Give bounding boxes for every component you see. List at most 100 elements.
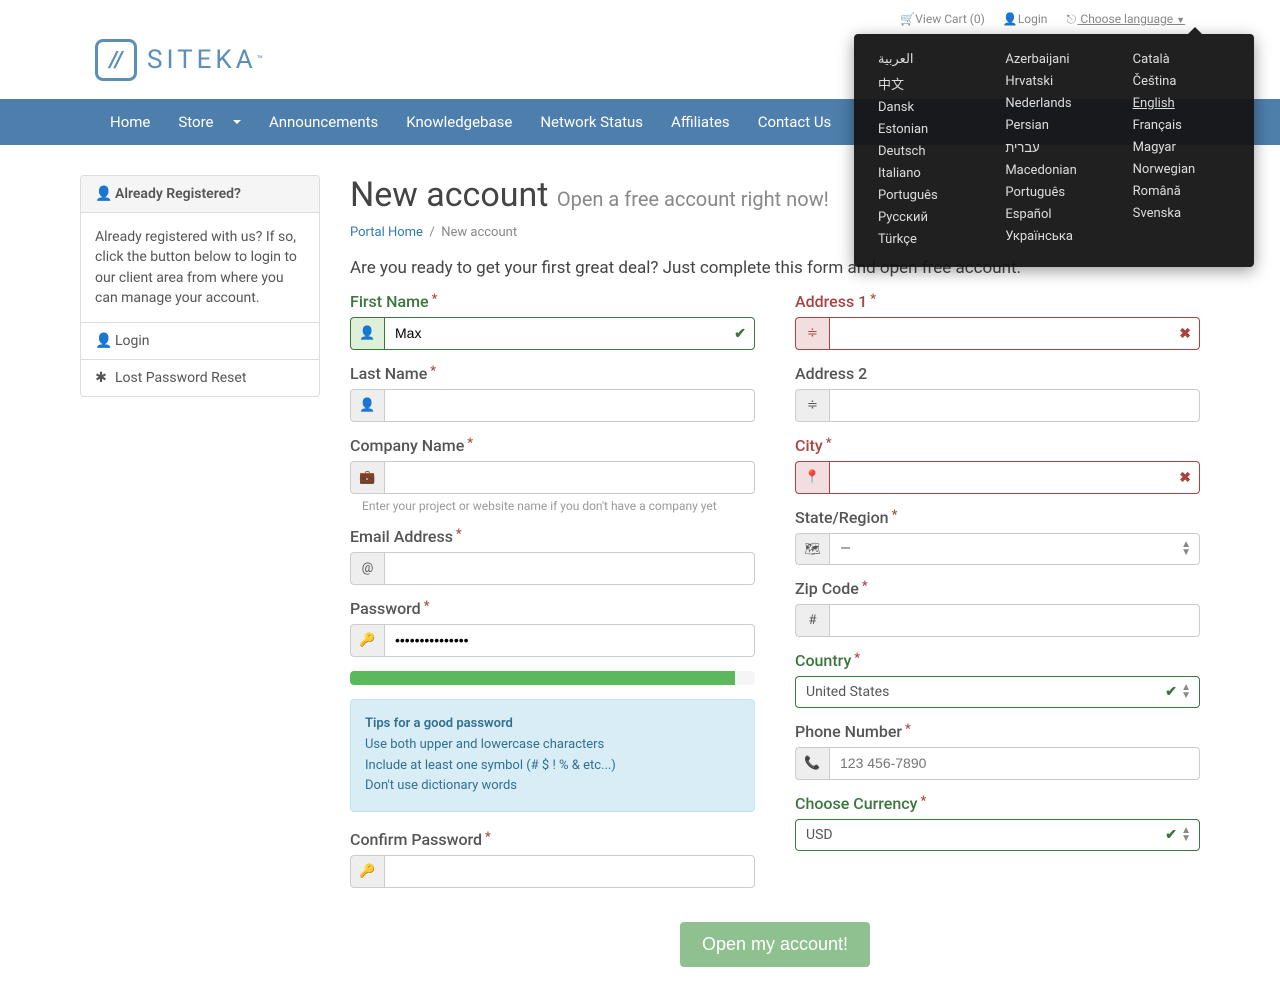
user-icon: 👤: [350, 317, 384, 350]
city-input[interactable]: [840, 469, 1189, 485]
sidebar-login-link[interactable]: 👤Login: [81, 323, 319, 360]
logo[interactable]: // SITEKA™: [95, 39, 263, 81]
signpost-icon: ≑: [795, 389, 829, 422]
view-cart-link[interactable]: 🛒 View Cart (0): [900, 12, 985, 27]
language-option[interactable]: Català: [1133, 52, 1230, 67]
password-input[interactable]: [395, 632, 744, 648]
phone-icon: 📞: [795, 747, 829, 780]
language-option[interactable]: Estonian: [878, 122, 975, 137]
language-option[interactable]: Magyar: [1133, 140, 1230, 155]
choose-language-link[interactable]: ⎋ Choose language ▼: [1065, 12, 1185, 27]
chevron-down-icon: [233, 120, 241, 124]
pin-icon: 📍: [795, 461, 829, 494]
state-label: State/Region: [795, 508, 1200, 527]
phone-input[interactable]: [840, 755, 1189, 771]
language-option[interactable]: Svenska: [1133, 206, 1230, 221]
already-registered-panel: 👤Already Registered? Already registered …: [80, 175, 320, 397]
user-icon: 👤: [1003, 12, 1015, 26]
nav-home[interactable]: Home: [95, 99, 164, 145]
password-label: Password: [350, 599, 755, 618]
zip-label: Zip Code: [795, 579, 1200, 598]
key-icon: 🔑: [350, 624, 384, 657]
open-account-button[interactable]: Open my account!: [680, 922, 870, 967]
key-icon: 🔑: [350, 855, 384, 888]
language-option[interactable]: Português: [1005, 185, 1102, 200]
language-option[interactable]: English: [1133, 96, 1230, 111]
language-option[interactable]: Macedonian: [1005, 163, 1102, 178]
language-option[interactable]: Français: [1133, 118, 1230, 133]
login-link[interactable]: 👤 Login: [1003, 12, 1048, 27]
chevron-updown-icon: ▲▼: [1181, 684, 1191, 700]
country-select[interactable]: United States: [806, 684, 889, 700]
last-name-label: Last Name: [350, 364, 755, 383]
language-option[interactable]: Čeština: [1133, 74, 1230, 89]
nav-announcements[interactable]: Announcements: [255, 99, 392, 145]
address2-input[interactable]: [840, 397, 1189, 413]
language-option[interactable]: עברית: [1005, 140, 1102, 156]
language-option[interactable]: Norwegian: [1133, 162, 1230, 177]
password-tips: Tips for a good password Use both upper …: [350, 699, 755, 812]
cart-icon: 🛒: [900, 12, 912, 26]
nav-knowledgebase[interactable]: Knowledgebase: [392, 99, 526, 145]
language-option[interactable]: العربية: [878, 52, 975, 67]
panel-body: Already registered with us? If so, click…: [81, 213, 319, 322]
language-option[interactable]: Українська: [1005, 229, 1102, 244]
signpost-icon: ≑: [795, 317, 829, 350]
globe-icon: ⎋: [1065, 12, 1077, 27]
breadcrumb-home[interactable]: Portal Home: [350, 225, 423, 240]
language-option[interactable]: Persian: [1005, 118, 1102, 133]
language-option[interactable]: Deutsch: [878, 144, 975, 159]
language-dropdown: العربية 中文 Dansk Estonian Deutsch Italiano Por…: [854, 34, 1254, 267]
language-option[interactable]: Dansk: [878, 100, 975, 115]
zip-input[interactable]: [840, 612, 1189, 628]
phone-label: Phone Number: [795, 722, 1200, 741]
nav-contact[interactable]: Contact Us: [744, 99, 846, 145]
language-option[interactable]: Türkçe: [878, 232, 975, 247]
map-icon: 🗺: [795, 533, 829, 565]
sidebar-reset-link[interactable]: ✱Lost Password Reset: [81, 360, 319, 396]
language-option[interactable]: 中文: [878, 74, 975, 93]
hash-icon: #: [795, 604, 829, 637]
password-strength-bar: [350, 671, 755, 685]
check-icon: ✔: [1165, 684, 1177, 700]
address1-input[interactable]: [840, 325, 1189, 341]
user-icon: 👤: [95, 186, 107, 202]
chevron-updown-icon: ▲▼: [1181, 541, 1191, 557]
breadcrumb-current: New account: [441, 225, 517, 240]
briefcase-icon: 💼: [350, 461, 384, 494]
language-option[interactable]: Русский: [878, 210, 975, 225]
last-name-input[interactable]: [395, 397, 744, 413]
x-icon: ✖: [1179, 326, 1191, 342]
address1-label: Address 1: [795, 292, 1200, 311]
company-label: Company Name: [350, 436, 755, 455]
language-option[interactable]: Azerbaijani: [1005, 52, 1102, 67]
currency-label: Choose Currency: [795, 794, 1200, 813]
first-name-input[interactable]: [395, 325, 744, 341]
confirm-password-label: Confirm Password: [350, 830, 755, 849]
nav-store[interactable]: Store: [164, 99, 255, 145]
nav-affiliates[interactable]: Affiliates: [657, 99, 744, 145]
email-input[interactable]: [395, 560, 744, 576]
first-name-label: First Name: [350, 292, 755, 311]
user-icon: 👤: [95, 333, 107, 349]
country-label: Country: [795, 651, 1200, 670]
confirm-password-input[interactable]: [395, 863, 744, 879]
logo-icon: //: [95, 39, 137, 81]
email-label: Email Address: [350, 527, 755, 546]
city-label: City: [795, 436, 1200, 455]
logo-text: SITEKA: [147, 45, 257, 75]
company-input[interactable]: [395, 469, 744, 485]
check-icon: ✔: [734, 326, 746, 342]
language-option[interactable]: Italiano: [878, 166, 975, 181]
company-help: Enter your project or website name if yo…: [350, 494, 755, 513]
at-icon: @: [350, 552, 384, 585]
language-option[interactable]: Hrvatski: [1005, 74, 1102, 89]
language-option[interactable]: Português: [878, 188, 975, 203]
language-option[interactable]: Nederlands: [1005, 96, 1102, 111]
currency-select[interactable]: USD: [806, 827, 833, 843]
nav-network-status[interactable]: Network Status: [526, 99, 657, 145]
language-option[interactable]: Español: [1005, 207, 1102, 222]
state-select[interactable]: —: [840, 541, 851, 557]
address2-label: Address 2: [795, 364, 1200, 383]
language-option[interactable]: Română: [1133, 184, 1230, 199]
